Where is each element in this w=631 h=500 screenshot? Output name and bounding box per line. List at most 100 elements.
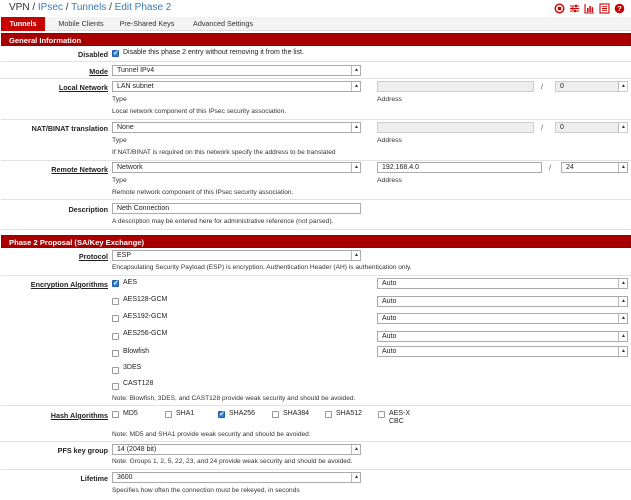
chevron-updown-icon: ▲▼ xyxy=(621,280,626,288)
slash-separator: / xyxy=(541,82,543,91)
cast128-checkbox[interactable] xyxy=(112,383,119,390)
mode-select[interactable]: Tunnel IPv4 ▲▼ xyxy=(112,65,361,76)
aes-checkbox[interactable] xyxy=(112,279,119,287)
local-type-caption: Type xyxy=(112,96,127,103)
protocol-row: Protocol ESP ▲▼ Encapsulating Security Pa… xyxy=(1,248,631,276)
svg-text:?: ? xyxy=(617,4,622,13)
breadcrumb-edit-phase2-link[interactable]: Edit Phase 2 xyxy=(115,2,172,13)
protocol-select[interactable]: ESP ▲▼ xyxy=(112,250,361,261)
tab-mobile-clients[interactable]: Mobile Clients xyxy=(51,17,111,31)
chevron-updown-icon: ▲▼ xyxy=(621,333,626,341)
disabled-checkbox[interactable] xyxy=(112,49,119,57)
tab-tunnels[interactable]: Tunnels xyxy=(1,17,45,31)
aes192gcm-checkbox[interactable] xyxy=(112,315,119,322)
hash-help: Note: MD5 and SHA1 provide weak security… xyxy=(112,431,311,438)
lifetime-value: 3600 xyxy=(117,474,133,481)
sliders-icon[interactable] xyxy=(569,3,580,14)
remote-address-caption: Address xyxy=(377,177,402,184)
sha1-checkbox[interactable] xyxy=(165,411,172,418)
nat-type-select[interactable]: None ▲▼ xyxy=(112,122,361,133)
tab-bar: Tunnels Mobile Clients Pre-Shared Keys A… xyxy=(1,17,631,31)
breadcrumb-separator: / xyxy=(109,2,112,13)
hash-row: Hash Algorithms MD5 SHA1 SHA256 SHA384 S… xyxy=(1,406,631,442)
nat-type-caption: Type xyxy=(112,137,127,144)
encryption-row: Encryption Algorithms AES Auto ▲▼ AES128-… xyxy=(1,276,631,406)
chevron-updown-icon: ▲▼ xyxy=(621,315,626,323)
local-address-caption: Address xyxy=(377,96,402,103)
aes256gcm-checkbox[interactable] xyxy=(112,333,119,340)
sha384-checkbox[interactable] xyxy=(272,411,279,418)
header-toolbar: ? xyxy=(554,3,625,14)
pfs-help: Note: Groups 1, 2, 5, 22, 23, and 24 pro… xyxy=(112,458,353,465)
chevron-updown-icon: ▲▼ xyxy=(621,124,626,132)
breadcrumb-separator: / xyxy=(32,2,36,13)
cast128-label: CAST128 xyxy=(123,380,154,387)
general-information-heading: General Information xyxy=(1,33,631,46)
remote-network-help: Remote network component of this IPsec s… xyxy=(112,189,294,196)
aes256gcm-label: AES256-GCM xyxy=(123,330,168,337)
aes-xcbc-checkbox[interactable] xyxy=(378,411,385,418)
pfs-select[interactable]: 14 (2048 bit) ▲▼ xyxy=(112,444,361,455)
lifetime-label: Lifetime xyxy=(80,474,108,483)
aes128gcm-label: AES128-GCM xyxy=(123,296,168,303)
nat-mask-select[interactable]: 0 ▲▼ xyxy=(555,122,628,133)
chevron-updown-icon: ▲▼ xyxy=(354,124,359,132)
bar-chart-icon[interactable] xyxy=(584,3,595,14)
encryption-label: Encryption Algorithms xyxy=(30,280,108,289)
mode-label: Mode xyxy=(89,67,108,76)
chevron-updown-icon: ▲▼ xyxy=(621,164,626,172)
aes192gcm-keylength-select[interactable]: Auto ▲▼ xyxy=(377,313,628,324)
md5-checkbox[interactable] xyxy=(112,411,119,418)
pfs-value: 14 (2048 bit) xyxy=(117,446,157,453)
tab-pre-shared-keys[interactable]: Pre-Shared Keys xyxy=(116,17,178,31)
description-input[interactable]: Neth Connection xyxy=(112,203,361,214)
blowfish-keylength-select[interactable]: Auto ▲▼ xyxy=(377,346,628,357)
local-network-mask-select[interactable]: 0 ▲▼ xyxy=(555,81,628,92)
lifetime-input[interactable]: 3600 ▲▼ xyxy=(112,472,361,483)
remote-network-type-select[interactable]: Network ▲▼ xyxy=(112,162,361,173)
breadcrumb-vpn: VPN xyxy=(9,2,30,13)
breadcrumb-ipsec-link[interactable]: IPsec xyxy=(38,2,63,13)
description-help: A description may be entered here for ad… xyxy=(112,218,334,225)
blowfish-checkbox[interactable] xyxy=(112,350,119,357)
blowfish-label: Blowfish xyxy=(123,348,150,355)
help-icon[interactable]: ? xyxy=(614,3,625,14)
slash-separator: / xyxy=(549,163,551,172)
stop-circle-icon[interactable] xyxy=(554,3,565,14)
aes128gcm-keylength-select[interactable]: Auto ▲▼ xyxy=(377,296,628,307)
local-network-address-input[interactable] xyxy=(377,81,534,92)
nat-mask-value: 0 xyxy=(560,124,564,131)
tab-advanced-settings[interactable]: Advanced Settings xyxy=(187,17,259,31)
local-network-row: Local Network LAN subnet ▲▼ / 0 ▲▼ Type Ad… xyxy=(1,79,631,120)
pfs-label: PFS key group xyxy=(57,446,108,455)
sha256-checkbox[interactable] xyxy=(218,410,225,418)
mode-value: Tunnel IPv4 xyxy=(117,67,155,74)
sha256-label: SHA256 xyxy=(229,410,256,417)
chevron-updown-icon: ▲▼ xyxy=(354,252,359,260)
slash-separator: / xyxy=(541,123,543,132)
local-network-type-select[interactable]: LAN subnet ▲▼ xyxy=(112,81,361,92)
nat-address-input[interactable] xyxy=(377,122,534,133)
nat-address-caption: Address xyxy=(377,137,402,144)
breadcrumb-tunnels-link[interactable]: Tunnels xyxy=(71,2,106,13)
protocol-value: ESP xyxy=(117,252,132,259)
aes256gcm-keylength-value: Auto xyxy=(382,333,397,340)
aes256gcm-keylength-select[interactable]: Auto ▲▼ xyxy=(377,331,628,342)
aes192gcm-label: AES192-GCM xyxy=(123,313,168,320)
3des-checkbox[interactable] xyxy=(112,367,119,374)
sha512-checkbox[interactable] xyxy=(325,411,332,418)
remote-network-row: Remote Network Network ▲▼ 192.168.4.0 / 2… xyxy=(1,161,631,200)
list-icon[interactable] xyxy=(599,3,610,14)
sha512-label: SHA512 xyxy=(336,410,363,417)
aes-keylength-select[interactable]: Auto ▲▼ xyxy=(377,278,628,289)
description-label: Description xyxy=(68,205,108,214)
disabled-label: Disabled xyxy=(78,50,108,59)
aes128gcm-checkbox[interactable] xyxy=(112,298,119,305)
remote-network-mask-select[interactable]: 24 ▲▼ xyxy=(561,162,628,173)
breadcrumb: VPN / IPsec / Tunnels / Edit Phase 2 xyxy=(9,2,171,13)
3des-label: 3DES xyxy=(123,364,142,371)
chevron-updown-icon: ▲▼ xyxy=(354,164,359,172)
chevron-updown-icon: ▲▼ xyxy=(354,67,359,75)
remote-network-address-input[interactable]: 192.168.4.0 xyxy=(377,162,542,173)
chevron-updown-icon: ▲▼ xyxy=(621,83,626,91)
